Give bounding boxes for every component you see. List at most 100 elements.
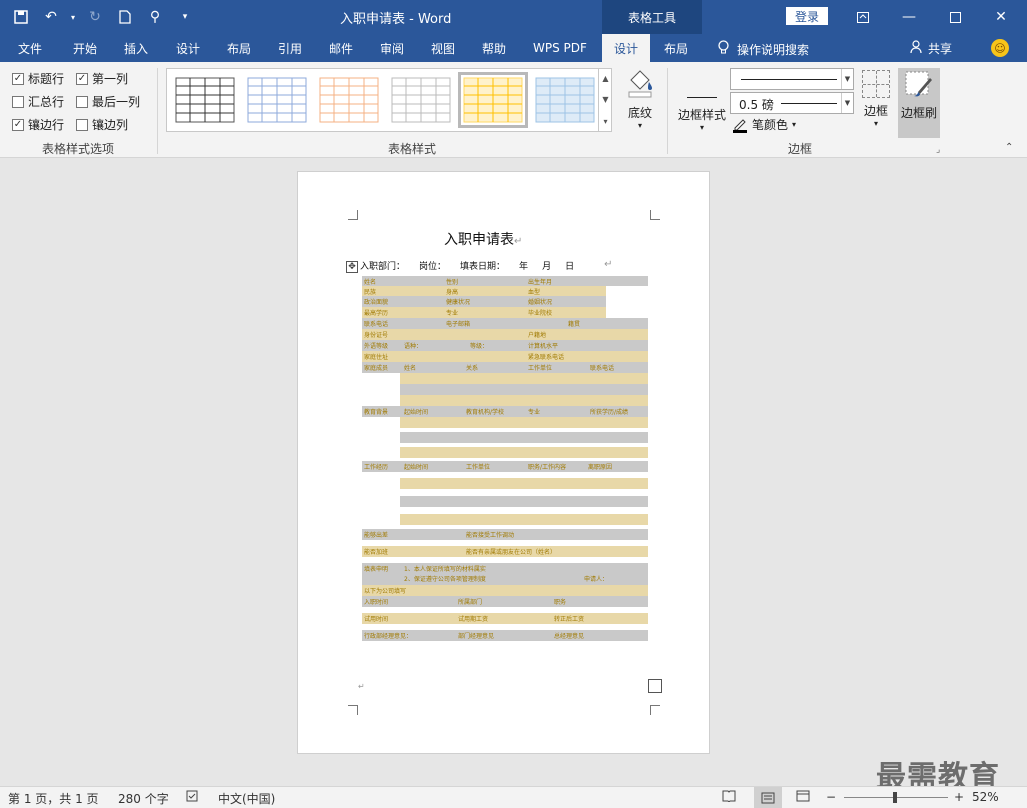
dropdown-arrow-icon[interactable]: ▼: [841, 69, 853, 89]
borders-button[interactable]: 边框 ▾: [858, 68, 894, 138]
border-styles-label: 边框样式: [678, 108, 727, 122]
dropdown-arrow-icon[interactable]: ▼: [841, 93, 853, 113]
ribbon-display-options-icon[interactable]: [840, 0, 886, 34]
minimize-icon[interactable]: —: [886, 0, 932, 34]
table-styles-group-label: 表格样式: [388, 142, 437, 156]
tab-insert[interactable]: 插入: [124, 34, 148, 62]
language-indicator[interactable]: 中文(中国): [218, 790, 275, 807]
table-style-thumb-orange[interactable]: [319, 77, 379, 123]
table-style-thumb-gold-selected[interactable]: [458, 72, 528, 128]
collapse-ribbon-icon[interactable]: ⌃: [1005, 142, 1013, 153]
zoom-in-icon[interactable]: +: [954, 790, 964, 804]
header-row-checkbox[interactable]: ✓ 标题行: [12, 70, 64, 87]
ribbon: ✓ 标题行 ✓ 第一列 汇总行 最后一列 ✓ 镶边行 镶边列 表格样式选项 ▲ …: [0, 62, 1027, 158]
pen-icon: [733, 118, 747, 133]
table-row: 外语等级 语种： 等级： 计算机水平: [362, 340, 648, 351]
page-count[interactable]: 第 1 页，共 1 页: [8, 790, 99, 807]
banded-columns-checkbox[interactable]: 镶边列: [76, 116, 128, 133]
page-corner-box-icon: [648, 679, 662, 693]
find-icon[interactable]: ⚲: [142, 5, 168, 29]
line-weight-combo[interactable]: 0.5 磅 ▼: [730, 92, 854, 114]
borders-group-label: 边框: [788, 142, 813, 156]
chevron-up-icon[interactable]: ▲: [602, 74, 608, 83]
tab-home[interactable]: 开始: [73, 34, 97, 62]
last-column-checkbox[interactable]: 最后一列: [76, 93, 140, 110]
table-style-thumb-gray[interactable]: [391, 77, 451, 123]
read-mode-icon[interactable]: [722, 790, 736, 805]
borders-label: 边框: [863, 104, 888, 118]
undo-icon[interactable]: ↶: [38, 5, 64, 29]
line-weight-sample-icon: [781, 103, 837, 104]
border-styles-button[interactable]: 边框样式 ▾: [678, 68, 726, 138]
tab-help[interactable]: 帮助: [482, 34, 506, 62]
table-row: 入职时间 所属部门 职务: [362, 596, 648, 607]
table-style-thumb-grid-dark[interactable]: [175, 77, 235, 123]
tab-mailings[interactable]: 邮件: [329, 34, 353, 62]
line-style-combo[interactable]: ▼: [730, 68, 854, 90]
new-document-icon[interactable]: [112, 5, 138, 29]
share-button[interactable]: 共享: [910, 40, 952, 57]
customize-qat-icon[interactable]: ▾: [172, 5, 198, 29]
table-row: 身份证号 户籍地: [362, 329, 648, 340]
maximize-icon[interactable]: [932, 0, 978, 34]
table-row: [400, 417, 648, 428]
table-row: 家庭住址 紧急联系电话: [362, 351, 648, 362]
style-options-group-label: 表格样式选项: [42, 142, 115, 156]
dialog-launcher-icon[interactable]: ⌟: [936, 145, 940, 155]
tab-layout[interactable]: 布局: [227, 34, 251, 62]
table-row: [400, 514, 648, 525]
save-icon[interactable]: [8, 5, 34, 29]
crop-mark: [348, 705, 358, 715]
paragraph-mark-icon: ↵: [358, 682, 365, 691]
first-column-label: 第一列: [92, 72, 129, 86]
word-count[interactable]: 280 个字: [118, 790, 169, 807]
zoom-out-icon[interactable]: −: [826, 790, 836, 804]
dropdown-arrow-icon: ▾: [873, 119, 878, 128]
info-line: 入职部门： 岗位： 填表日期： 年 月 日 ↵: [360, 259, 613, 272]
border-brush-icon: [905, 71, 932, 97]
tell-me-search[interactable]: 操作说明搜索: [718, 40, 809, 58]
tab-wps-pdf[interactable]: WPS PDF: [533, 34, 587, 62]
document-page[interactable]: 入职申请表↵ ✥ 入职部门： 岗位： 填表日期： 年 月 日 ↵ 姓名 性别 出生年…: [297, 171, 710, 754]
table-style-thumb-blue[interactable]: [247, 77, 307, 123]
last-column-label: 最后一列: [92, 95, 141, 109]
tab-design[interactable]: 设计: [176, 34, 200, 62]
zoom-slider-thumb[interactable]: [893, 792, 897, 803]
table-row: 联系电话 电子邮箱 籍贯: [362, 318, 648, 329]
table-row: [400, 496, 648, 507]
login-button[interactable]: 登录: [786, 7, 828, 25]
tab-file[interactable]: 文件: [18, 34, 42, 62]
table-style-thumb-lightblue[interactable]: [535, 77, 595, 123]
table-row: 填表申明 1、本人保证所填写的材料属实 2、保证遵守公司各项管理制度 申请人：: [362, 563, 648, 585]
gallery-scroll[interactable]: ▲ ▼ ▾: [598, 68, 612, 132]
share-label: 共享: [928, 42, 953, 56]
table-row: 试用时间 试用期工资 转正后工资: [362, 613, 648, 624]
close-icon[interactable]: ✕: [978, 0, 1024, 34]
tab-references[interactable]: 引用: [278, 34, 302, 62]
print-layout-icon[interactable]: [754, 787, 782, 808]
proofing-icon[interactable]: [186, 790, 200, 806]
year-label: 年: [519, 262, 529, 272]
smiley-feedback-icon[interactable]: ☺: [991, 39, 1009, 57]
pen-color-button[interactable]: 笔颜色 ▾: [732, 116, 796, 133]
tab-review[interactable]: 审阅: [380, 34, 404, 62]
checkbox-checked-icon: ✓: [12, 118, 24, 131]
banded-rows-checkbox[interactable]: ✓ 镶边行: [12, 116, 64, 133]
zoom-level[interactable]: 52%: [972, 790, 999, 804]
border-painter-button[interactable]: 边框刷: [898, 68, 940, 138]
table-row: 政治面貌 健康状况 婚姻状况: [362, 296, 606, 307]
tab-view[interactable]: 视图: [431, 34, 455, 62]
line-style-sample-icon: [741, 79, 837, 80]
dept-label: 入职部门：: [360, 262, 406, 272]
tab-table-design[interactable]: 设计: [602, 34, 651, 62]
undo-dropdown-icon[interactable]: ▾: [68, 5, 78, 29]
first-column-checkbox[interactable]: ✓ 第一列: [76, 70, 128, 87]
redo-icon[interactable]: ↻: [82, 5, 108, 29]
shading-button[interactable]: 底纹 ▾: [620, 68, 660, 138]
gallery-more-icon[interactable]: ▾: [603, 117, 607, 126]
table-move-handle-icon[interactable]: ✥: [346, 261, 358, 273]
total-row-checkbox[interactable]: 汇总行: [12, 93, 64, 110]
tab-table-layout[interactable]: 布局: [664, 34, 688, 62]
web-layout-icon[interactable]: [796, 790, 810, 805]
chevron-down-icon[interactable]: ▼: [602, 95, 608, 104]
